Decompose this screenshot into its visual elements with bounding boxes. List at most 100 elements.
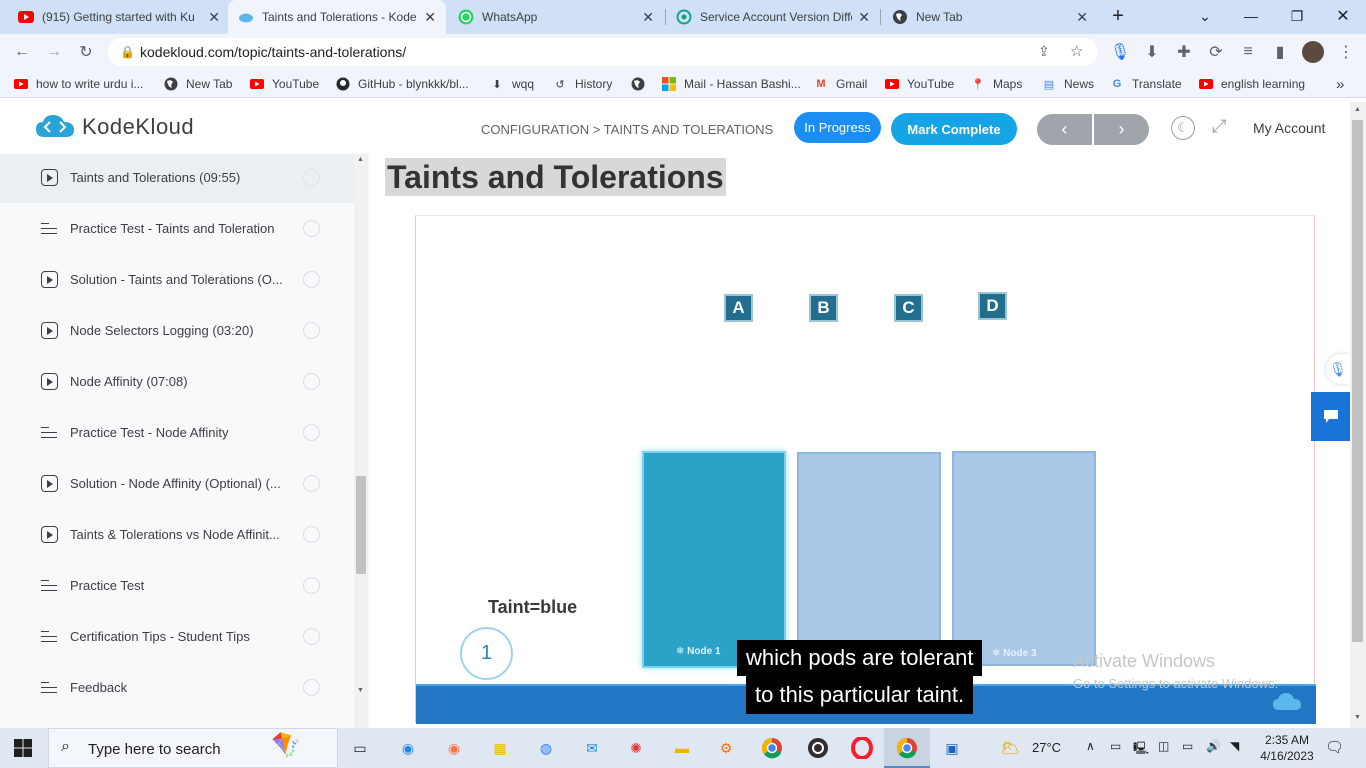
bookmark-item[interactable]: YouTube [885, 75, 954, 93]
lesson-item[interactable]: Practice Test - Node Affinity [0, 407, 354, 458]
windows-start-icon[interactable] [14, 739, 32, 760]
back-icon[interactable]: ← [12, 42, 32, 62]
tab-search-chevron-icon[interactable]: ⌄ [1182, 0, 1228, 32]
lesson-item[interactable]: Taints & Tolerations vs Node Affinit... [0, 509, 354, 560]
voice-widget-mic-icon[interactable]: 🎙 [1326, 354, 1350, 384]
sidebar-scrollbar[interactable]: ▲ ▼ [354, 154, 368, 728]
star-icon[interactable]: ☆ [1070, 42, 1083, 60]
battery-icon[interactable]: ▭ [1182, 739, 1193, 753]
next-lesson-button[interactable]: › [1094, 114, 1149, 145]
completion-circle[interactable] [303, 526, 320, 543]
scroll-down-arrow-icon[interactable]: ▼ [357, 687, 364, 694]
weather-temp[interactable]: 27°C [1032, 740, 1061, 755]
bookmarks-overflow-button[interactable]: » [1336, 75, 1344, 93]
previous-lesson-button[interactable]: ‹ [1037, 114, 1092, 145]
close-icon[interactable]: ✕ [1076, 9, 1088, 26]
completion-circle[interactable] [303, 475, 320, 492]
mic-extension-icon[interactable]: 🎙 [1110, 42, 1130, 62]
completion-circle[interactable] [303, 424, 320, 441]
minimize-button[interactable]: — [1228, 0, 1274, 32]
completion-circle[interactable] [303, 322, 320, 339]
tab-whatsapp[interactable]: WhatsApp ✕ [448, 0, 664, 34]
lesson-item[interactable]: Solution - Taints and Tolerations (O... [0, 254, 354, 305]
lesson-item[interactable]: Certification Tips - Student Tips [0, 611, 354, 662]
opera-icon[interactable] [850, 736, 874, 760]
completion-circle[interactable] [303, 577, 320, 594]
bookmark-item[interactable]: M Gmail [814, 75, 867, 93]
lesson-item[interactable]: Node Affinity (07:08) [0, 356, 354, 407]
close-icon[interactable]: ✕ [642, 9, 654, 26]
microsoft-store-icon[interactable]: ▦ [488, 736, 512, 760]
chrome-menu-icon[interactable]: ⋮ [1336, 42, 1356, 62]
bookmark-item[interactable] [631, 75, 653, 93]
chat-widget-button[interactable] [1311, 392, 1350, 441]
taskbar-clock[interactable]: 2:35 AM 4/16/2023 [1256, 732, 1318, 764]
tab-kodekloud[interactable]: Taints and Tolerations - Kode ✕ [228, 0, 446, 34]
task-view-icon[interactable]: ▭ [348, 736, 372, 760]
mail-icon[interactable]: ✉ [580, 736, 604, 760]
reload-icon[interactable]: ↻ [76, 42, 96, 62]
tab-new-tab[interactable]: New Tab ✕ [882, 0, 1098, 34]
completion-circle[interactable] [303, 628, 320, 645]
page-scrollbar[interactable]: ▲ ▼ [1350, 102, 1366, 728]
bookmark-item[interactable]: YouTube [250, 75, 319, 93]
bookmark-item[interactable]: New Tab [164, 75, 232, 93]
close-icon[interactable]: ✕ [208, 9, 220, 26]
side-panel-icon[interactable]: ▮ [1270, 42, 1290, 62]
lesson-item[interactable]: Feedback [0, 662, 354, 713]
tray-expand-chevron-icon[interactable]: ∧ [1086, 739, 1095, 753]
scrollbar-thumb[interactable] [1352, 120, 1363, 642]
download-extension-icon[interactable]: ⬇ [1142, 42, 1162, 62]
bookmark-item[interactable]: ↺ History [553, 75, 612, 93]
bookmark-item[interactable]: how to write urdu i... [14, 75, 143, 93]
notification-center-icon[interactable]: 🗨 [1325, 738, 1344, 756]
status-badge[interactable]: In Progress [794, 112, 881, 143]
wifi-icon[interactable]: ◥ [1230, 739, 1239, 753]
forward-icon[interactable]: → [44, 42, 64, 62]
obs-icon[interactable] [806, 736, 830, 760]
scroll-down-arrow-icon[interactable]: ▼ [1354, 714, 1361, 721]
webcam-icon[interactable]: ◫ [1158, 739, 1169, 753]
completion-circle[interactable] [303, 220, 320, 237]
sync-icon[interactable]: ⟳ [1206, 42, 1226, 62]
file-explorer-icon[interactable]: ▬ [670, 736, 694, 760]
new-tab-button[interactable]: + [1096, 0, 1140, 32]
bookmark-item[interactable]: Mail - Hassan Bashi... [662, 75, 801, 93]
lesson-item[interactable]: Practice Test [0, 560, 354, 611]
bookmark-item[interactable]: english learning [1199, 75, 1305, 93]
close-icon[interactable]: ✕ [858, 9, 870, 26]
close-window-button[interactable]: ✕ [1320, 0, 1366, 32]
completion-circle[interactable] [303, 271, 320, 288]
tab-youtube[interactable]: (915) Getting started with Ku ✕ [8, 0, 230, 34]
scroll-up-arrow-icon[interactable]: ▲ [1354, 106, 1361, 113]
settings-gear-app-icon[interactable]: ⚙ [714, 736, 738, 760]
my-account-link[interactable]: My Account [1253, 120, 1325, 136]
app-swirl-icon[interactable]: ✺ [624, 736, 648, 760]
address-bar[interactable]: 🔒 kodekloud.com/topic/taints-and-tolerat… [108, 38, 1098, 66]
mark-complete-button[interactable]: Mark Complete [891, 113, 1017, 145]
completion-circle[interactable] [303, 169, 320, 186]
bookmark-item[interactable]: GitHub - blynkkk/bl... [336, 75, 469, 93]
lesson-item[interactable]: Taints and Tolerations (09:55) [0, 154, 354, 203]
kodekloud-logo[interactable]: KodeKloud [34, 113, 194, 141]
lesson-item[interactable]: Solution - Node Affinity (Optional) (... [0, 458, 354, 509]
bookmark-item[interactable]: ⬇ wqq [490, 75, 534, 93]
profile-avatar[interactable] [1302, 41, 1324, 63]
volume-icon[interactable]: 🔊 [1206, 739, 1221, 753]
bookmark-item[interactable]: 📍 Maps [971, 75, 1022, 93]
chrome-icon[interactable] [760, 736, 784, 760]
chrome-profile-taskbar-button[interactable] [884, 728, 930, 768]
video-player[interactable]: A B C D ❄ Node 1 ❄ Node 3 Taint=blue 1 w… [415, 215, 1316, 724]
edge-icon[interactable]: ◉ [396, 736, 420, 760]
skype-like-app-icon[interactable]: ◍ [534, 736, 558, 760]
taskbar-search-box[interactable]: ⌕ Type here to search 🪁 [48, 728, 338, 768]
tab-service-account[interactable]: Service Account Version Diffe ✕ [666, 0, 880, 34]
close-icon[interactable]: ✕ [424, 9, 436, 26]
completion-circle[interactable] [303, 373, 320, 390]
tray-app-icon[interactable]: ▭ [1110, 739, 1121, 753]
dark-mode-moon-icon[interactable]: ☾ [1171, 116, 1195, 140]
network-computer-icon[interactable]: 🖳 [1133, 739, 1149, 760]
extensions-puzzle-icon[interactable]: ✚ [1174, 42, 1194, 62]
firefox-icon[interactable]: ◉ [442, 736, 466, 760]
media-control-icon[interactable]: ≡ [1238, 42, 1258, 62]
